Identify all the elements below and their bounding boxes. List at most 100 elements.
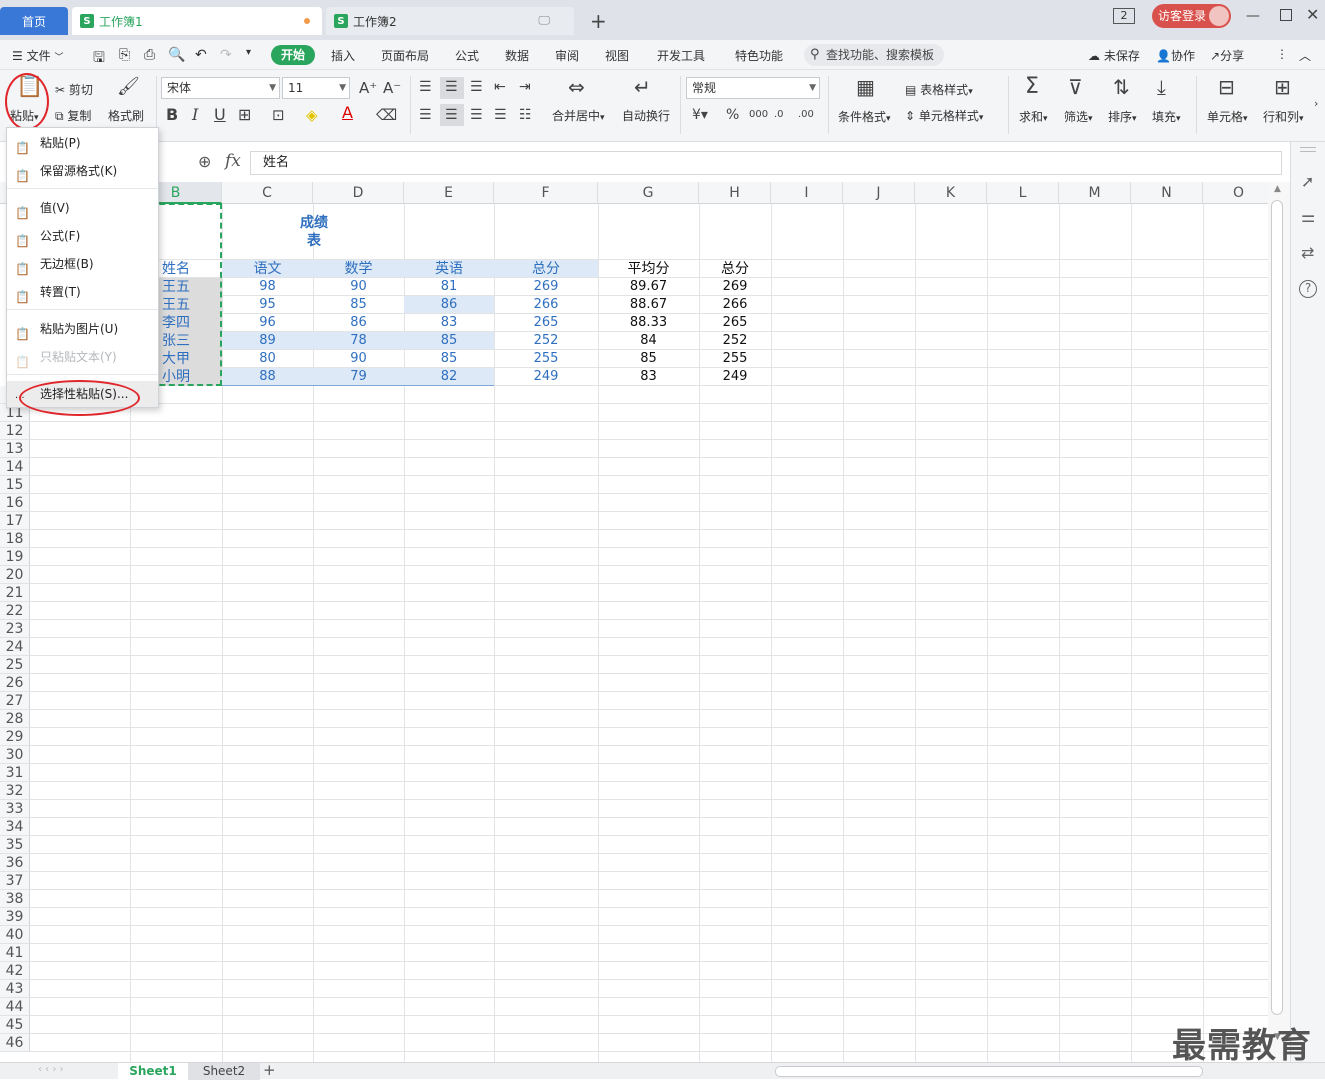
table-style-button[interactable]: ▤ 表格样式▾ xyxy=(905,81,973,98)
row-header[interactable]: 15 xyxy=(0,476,30,494)
column-header-i[interactable]: I xyxy=(771,182,843,204)
print-icon[interactable]: ⎙ xyxy=(144,47,155,63)
row-header[interactable]: 20 xyxy=(0,566,30,584)
fill-button[interactable]: 填充▾ xyxy=(1152,108,1181,125)
align-left-icon[interactable]: ☰ xyxy=(419,106,432,124)
cell-total-2[interactable]: 249 xyxy=(699,368,771,386)
align-right-icon[interactable]: ☰ xyxy=(470,106,483,124)
cursor-icon[interactable]: ➚ xyxy=(1301,172,1314,191)
indent-decrease-icon[interactable]: ⇤ xyxy=(494,78,506,96)
collab-button[interactable]: 👤协作 xyxy=(1156,47,1195,64)
tab-workbook2[interactable]: S 工作簿2 🖵 xyxy=(326,7,574,35)
bold-icon[interactable]: B xyxy=(166,106,178,124)
fill-color-icon[interactable]: ◈ xyxy=(306,106,318,124)
percent-icon[interactable]: % xyxy=(726,106,739,124)
auto-wrap-icon[interactable]: ↵ xyxy=(634,77,651,97)
cell-average[interactable]: 83 xyxy=(598,368,699,386)
paste-option-text-only[interactable]: 📋 只粘贴文本(Y) xyxy=(7,344,158,370)
row-header[interactable]: 27 xyxy=(0,692,30,710)
row-header[interactable]: 17 xyxy=(0,512,30,530)
header-english[interactable]: 英语 xyxy=(404,260,494,278)
column-header-c[interactable]: C xyxy=(222,182,313,204)
currency-icon[interactable]: ¥▾ xyxy=(692,106,708,124)
row-header[interactable]: 33 xyxy=(0,800,30,818)
format-painter-icon[interactable]: 🖌 xyxy=(117,78,140,96)
scroll-up-icon[interactable]: ▲ xyxy=(1274,184,1281,194)
row-header[interactable]: 29 xyxy=(0,728,30,746)
table-title-line2[interactable]: 表 xyxy=(264,232,364,250)
cell-math[interactable]: 78 xyxy=(313,332,404,350)
row-header[interactable]: 26 xyxy=(0,674,30,692)
auto-wrap-button[interactable]: 自动换行 xyxy=(622,107,670,124)
cell-chinese[interactable]: 98 xyxy=(222,278,313,296)
column-header-k[interactable]: K xyxy=(915,182,987,204)
row-col-button[interactable]: 行和列▾ xyxy=(1263,108,1304,125)
row-header[interactable]: 39 xyxy=(0,908,30,926)
cell-total-2[interactable]: 266 xyxy=(699,296,771,314)
cell-math[interactable]: 90 xyxy=(313,350,404,368)
paste-option-values[interactable]: 📋 值(V) xyxy=(7,195,158,221)
cell-button[interactable]: 单元格▾ xyxy=(1207,108,1248,125)
column-header-m[interactable]: M xyxy=(1059,182,1131,204)
cell-total[interactable]: 249 xyxy=(494,368,598,386)
cell-total-2[interactable]: 265 xyxy=(699,314,771,332)
tab-formula[interactable]: 公式 xyxy=(455,47,479,64)
header-math[interactable]: 数学 xyxy=(313,260,404,278)
row-header[interactable]: 46 xyxy=(0,1034,30,1052)
font-name-select[interactable]: 宋体 ▼ xyxy=(161,77,280,99)
paste-option-keep-format[interactable]: 📋 保留源格式(K) xyxy=(7,158,158,184)
row-header[interactable]: 35 xyxy=(0,836,30,854)
cell-chinese[interactable]: 95 xyxy=(222,296,313,314)
tab-special[interactable]: 特色功能 xyxy=(735,47,783,64)
row-header[interactable]: 44 xyxy=(0,998,30,1016)
row-header[interactable]: 30 xyxy=(0,746,30,764)
column-header-o[interactable]: O xyxy=(1203,182,1268,204)
row-header[interactable]: 34 xyxy=(0,818,30,836)
sheet-tab-sheet1[interactable]: Sheet1 xyxy=(118,1063,188,1080)
row-header[interactable]: 37 xyxy=(0,872,30,890)
paste-option-as-image[interactable]: 📋 粘贴为图片(U) xyxy=(7,316,158,342)
cell-average[interactable]: 84 xyxy=(598,332,699,350)
format-painter-button[interactable]: 格式刷 xyxy=(108,107,144,124)
cell-english[interactable]: 83 xyxy=(404,314,494,332)
export-icon[interactable]: ⎘ xyxy=(119,47,130,63)
cell-average[interactable]: 88.67 xyxy=(598,296,699,314)
formula-input[interactable]: 姓名 xyxy=(250,151,1282,175)
cell-average[interactable]: 85 xyxy=(598,350,699,368)
row-header[interactable]: 38 xyxy=(0,890,30,908)
row-header[interactable]: 14 xyxy=(0,458,30,476)
filter-button[interactable]: 筛选▾ xyxy=(1064,108,1093,125)
cell-chinese[interactable]: 96 xyxy=(222,314,313,332)
cell-total[interactable]: 269 xyxy=(494,278,598,296)
print-preview-icon[interactable]: 🔍 xyxy=(168,47,185,63)
cell-chinese[interactable]: 80 xyxy=(222,350,313,368)
column-header-g[interactable]: G xyxy=(598,182,699,204)
cell-math[interactable]: 79 xyxy=(313,368,404,386)
column-header-e[interactable]: E xyxy=(404,182,494,204)
row-header[interactable]: 32 xyxy=(0,782,30,800)
merge-center-icon[interactable]: ⇔ xyxy=(568,77,585,97)
unsaved-button[interactable]: ☁ 未保存 xyxy=(1088,47,1140,64)
cell-english[interactable]: 85 xyxy=(404,332,494,350)
sheet-tab-sheet2[interactable]: Sheet2 xyxy=(188,1063,260,1080)
cell-average[interactable]: 88.33 xyxy=(598,314,699,332)
cell-fill-icon[interactable]: ⊡ xyxy=(272,106,285,124)
tab-start[interactable]: 开始 xyxy=(271,45,315,65)
fill-down-icon[interactable]: ⤓ xyxy=(1157,77,1166,97)
font-color-icon[interactable]: A xyxy=(342,104,353,122)
row-header[interactable]: 22 xyxy=(0,602,30,620)
cut-button[interactable]: ✂ 剪切 xyxy=(55,81,93,98)
row-header[interactable]: 41 xyxy=(0,944,30,962)
justify-icon[interactable]: ☰ xyxy=(494,106,507,124)
new-tab-button[interactable]: + xyxy=(590,9,607,33)
cell-math[interactable]: 86 xyxy=(313,314,404,332)
tab-insert[interactable]: 插入 xyxy=(331,47,355,64)
paste-option-paste[interactable]: 📋 粘贴(P) xyxy=(7,130,158,156)
redo-icon[interactable]: ↷ xyxy=(220,47,232,63)
cell-total-2[interactable]: 255 xyxy=(699,350,771,368)
conditional-format-button[interactable]: 条件格式▾ xyxy=(838,108,891,125)
font-size-select[interactable]: 11 ▼ xyxy=(282,77,350,99)
row-header[interactable]: 25 xyxy=(0,656,30,674)
tab-data[interactable]: 数据 xyxy=(505,47,529,64)
cell-total[interactable]: 265 xyxy=(494,314,598,332)
